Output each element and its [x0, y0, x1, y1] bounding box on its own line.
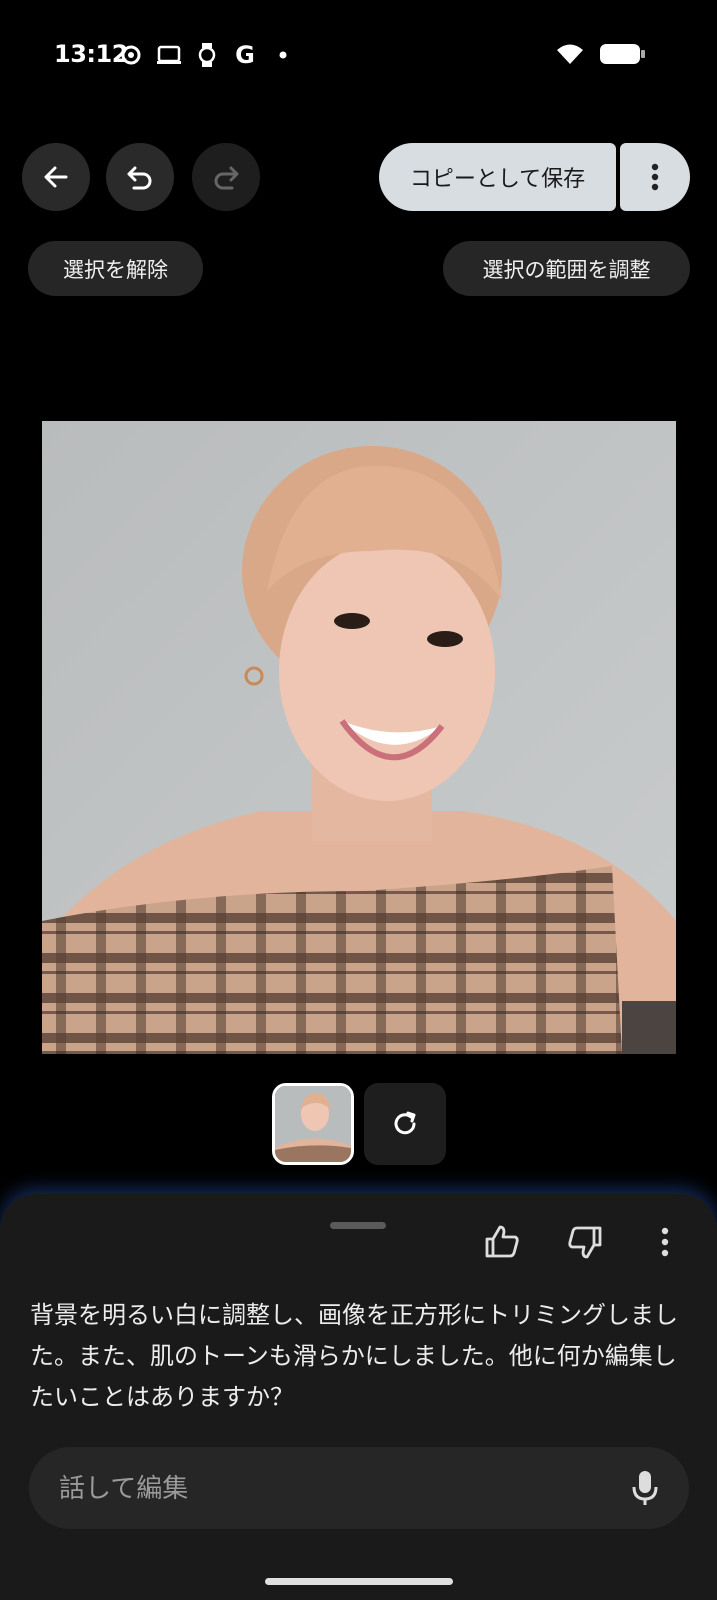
home-indicator[interactable]: [265, 1578, 453, 1585]
adjust-selection-button[interactable]: 選択の範囲を調整: [443, 241, 690, 296]
edit-input[interactable]: [57, 1447, 601, 1531]
status-time: 13:12: [54, 40, 128, 68]
sync-icon: [118, 42, 144, 68]
mic-button[interactable]: [631, 1469, 659, 1511]
like-button[interactable]: [482, 1222, 522, 1266]
edited-photo[interactable]: [42, 421, 676, 1054]
watch-icon: [194, 42, 220, 68]
status-left-icons: G: [118, 41, 296, 69]
undo-button[interactable]: [106, 143, 174, 211]
assistant-message: 背景を明るい白に調整し、画像を正方形にトリミングしました。また、肌のトーンも滑ら…: [30, 1301, 678, 1411]
regenerate-button[interactable]: [364, 1083, 446, 1165]
redo-button[interactable]: [192, 143, 260, 211]
cast-icon: [156, 42, 182, 68]
google-icon: G: [235, 41, 255, 69]
redo-icon: [214, 166, 239, 190]
thumb-down-icon: [568, 1226, 602, 1259]
deselect-button[interactable]: 選択を解除: [28, 241, 203, 296]
undo-icon: [127, 166, 152, 190]
result-thumbnail[interactable]: [272, 1083, 354, 1165]
more-vert-icon: [661, 1227, 669, 1257]
save-as-copy-button[interactable]: コピーとして保存: [379, 143, 616, 211]
more-vert-icon: [651, 163, 659, 191]
status-right-icons: [555, 42, 647, 70]
more-options-button[interactable]: [620, 143, 690, 211]
dislike-button[interactable]: [565, 1222, 605, 1266]
arrow-back-icon: [44, 166, 68, 188]
edit-input-bar[interactable]: [29, 1447, 689, 1531]
thumb-up-icon: [485, 1225, 519, 1258]
mic-icon: [632, 1471, 658, 1505]
battery-icon: [599, 42, 647, 70]
refresh-icon: [394, 1111, 416, 1135]
dot-icon: [270, 42, 296, 68]
back-button[interactable]: [22, 143, 90, 211]
sheet-more-button[interactable]: [660, 1226, 670, 1262]
wifi-icon: [555, 42, 585, 70]
drag-handle[interactable]: [330, 1222, 386, 1229]
